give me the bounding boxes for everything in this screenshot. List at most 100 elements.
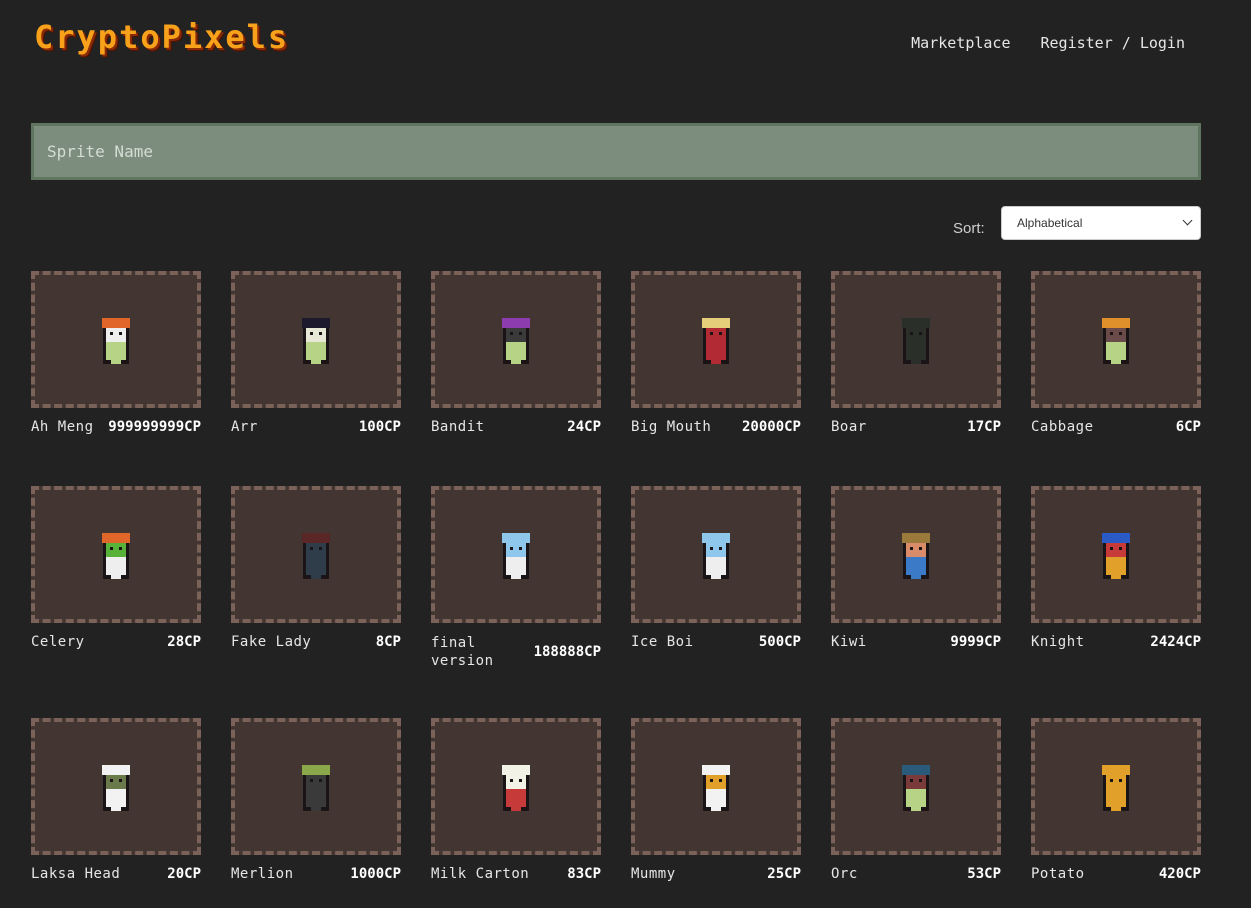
sprite-name-search-input[interactable] [31,123,1201,180]
sort-select[interactable]: Alphabetical [1001,206,1201,240]
sprite-frame[interactable] [631,271,801,408]
sprite-price: 17CP [967,419,1001,435]
sprite-frame[interactable] [31,486,201,623]
sprite-card[interactable]: Big Mouth 20000CP [631,271,801,435]
sprite-frame[interactable] [431,271,601,408]
sprite-meta: Laksa Head 20CP [31,866,201,882]
sprite-card[interactable]: Fake Lady 8CP [231,486,401,650]
sprite-card[interactable]: Ah Meng 999999999CP [31,271,201,435]
sprite-meta: Big Mouth 20000CP [631,419,801,435]
sprite-name: Ice Boi [631,634,694,650]
sprite-meta: Ice Boi 500CP [631,634,801,650]
sprite-name: Knight [1031,634,1085,650]
sprite-frame[interactable] [231,271,401,408]
sprite-card[interactable]: Orc 53CP [831,718,1001,882]
knight-sprite-icon [1102,532,1130,579]
sort-selected-value: Alphabetical [1017,216,1083,230]
sprite-card[interactable]: Milk Carton 83CP [431,718,601,882]
sprite-frame[interactable] [831,718,1001,855]
sprite-meta: Kiwi 9999CP [831,634,1001,650]
sprite-frame[interactable] [831,486,1001,623]
sprite-price: 2424CP [1150,634,1201,650]
sprite-frame[interactable] [1031,271,1201,408]
sprite-frame[interactable] [231,486,401,623]
sprite-meta: Arr 100CP [231,419,401,435]
big-mouth-sprite-icon [702,317,730,364]
sprite-card[interactable]: Celery 28CP [31,486,201,650]
sprite-meta: Knight 2424CP [1031,634,1201,650]
sprite-name: Arr [231,419,258,435]
sprite-frame[interactable] [31,271,201,408]
sprite-card[interactable]: Arr 100CP [231,271,401,435]
sprite-card[interactable]: Kiwi 9999CP [831,486,1001,650]
chevron-down-icon [1182,215,1193,226]
sprite-price: 9999CP [950,634,1001,650]
sprite-name: Fake Lady [231,634,312,650]
sprite-card[interactable]: Mummy 25CP [631,718,801,882]
sprite-frame[interactable] [1031,718,1201,855]
sprite-card[interactable]: Ice Boi 500CP [631,486,801,650]
kiwi-sprite-icon [902,532,930,579]
sprite-name: Celery [31,634,85,650]
sprite-meta: Bandit 24CP [431,419,601,435]
sprite-price: 6CP [1175,419,1201,435]
sprite-meta: Ah Meng 999999999CP [31,419,201,435]
nav-register-login-link[interactable]: Register / Login [1041,34,1186,52]
fake-lady-sprite-icon [302,532,330,579]
sprite-name: Orc [831,866,858,882]
sprite-name: Big Mouth [631,419,712,435]
bandit-sprite-icon [502,317,530,364]
sprite-meta: Cabbage 6CP [1031,419,1201,435]
sprite-frame[interactable] [631,718,801,855]
sprite-price: 20CP [167,866,201,882]
sprite-frame[interactable] [431,718,601,855]
sprite-frame[interactable] [231,718,401,855]
sprite-card[interactable]: Bandit 24CP [431,271,601,435]
site-logo[interactable]: CryptoPixels [34,18,289,56]
sprite-name: Cabbage [1031,419,1094,435]
celery-sprite-icon [102,532,130,579]
sprite-name: Ah Meng [31,419,94,435]
sprite-name: Potato [1031,866,1085,882]
sprite-price: 53CP [967,866,1001,882]
sprite-price: 83CP [567,866,601,882]
sprite-price: 8CP [375,634,401,650]
sprite-price: 25CP [767,866,801,882]
sprite-card[interactable]: Knight 2424CP [1031,486,1201,650]
sprite-card[interactable]: Boar 17CP [831,271,1001,435]
sprite-meta: Boar 17CP [831,419,1001,435]
sprite-price: 999999999CP [108,419,201,435]
sprite-frame[interactable] [31,718,201,855]
laksa-head-sprite-icon [102,764,130,811]
cabbage-sprite-icon [1102,317,1130,364]
sprite-price: 1000CP [350,866,401,882]
boar-sprite-icon [902,317,930,364]
sprite-card[interactable]: Cabbage 6CP [1031,271,1201,435]
milk-carton-sprite-icon [502,764,530,811]
potato-sprite-icon [1102,764,1130,811]
sprite-price: 500CP [758,634,801,650]
sprite-card[interactable]: Laksa Head 20CP [31,718,201,882]
sprite-frame[interactable] [1031,486,1201,623]
sprite-name: Merlion [231,866,294,882]
sprite-card[interactable]: Potato 420CP [1031,718,1201,882]
sprite-meta: Orc 53CP [831,866,1001,882]
sprite-name: Boar [831,419,867,435]
sprite-meta: Milk Carton 83CP [431,866,601,882]
sprite-card[interactable]: final version 188888CP [431,486,601,670]
sort-label: Sort: [953,220,985,237]
mummy-sprite-icon [702,764,730,811]
sprite-frame[interactable] [831,271,1001,408]
sprite-name: Mummy [631,866,676,882]
sprite-price: 100CP [358,419,401,435]
pirate-sprite-icon [302,317,330,364]
sprite-card[interactable]: Merlion 1000CP [231,718,401,882]
sprite-name: Milk Carton [431,866,530,882]
sprite-name: Laksa Head [31,866,121,882]
sprite-frame[interactable] [431,486,601,623]
orange-haired-sprite-icon [102,317,130,364]
merlion-sprite-icon [302,764,330,811]
nav-marketplace-link[interactable]: Marketplace [911,34,1010,52]
blue-block-sprite-icon [502,532,530,579]
sprite-frame[interactable] [631,486,801,623]
